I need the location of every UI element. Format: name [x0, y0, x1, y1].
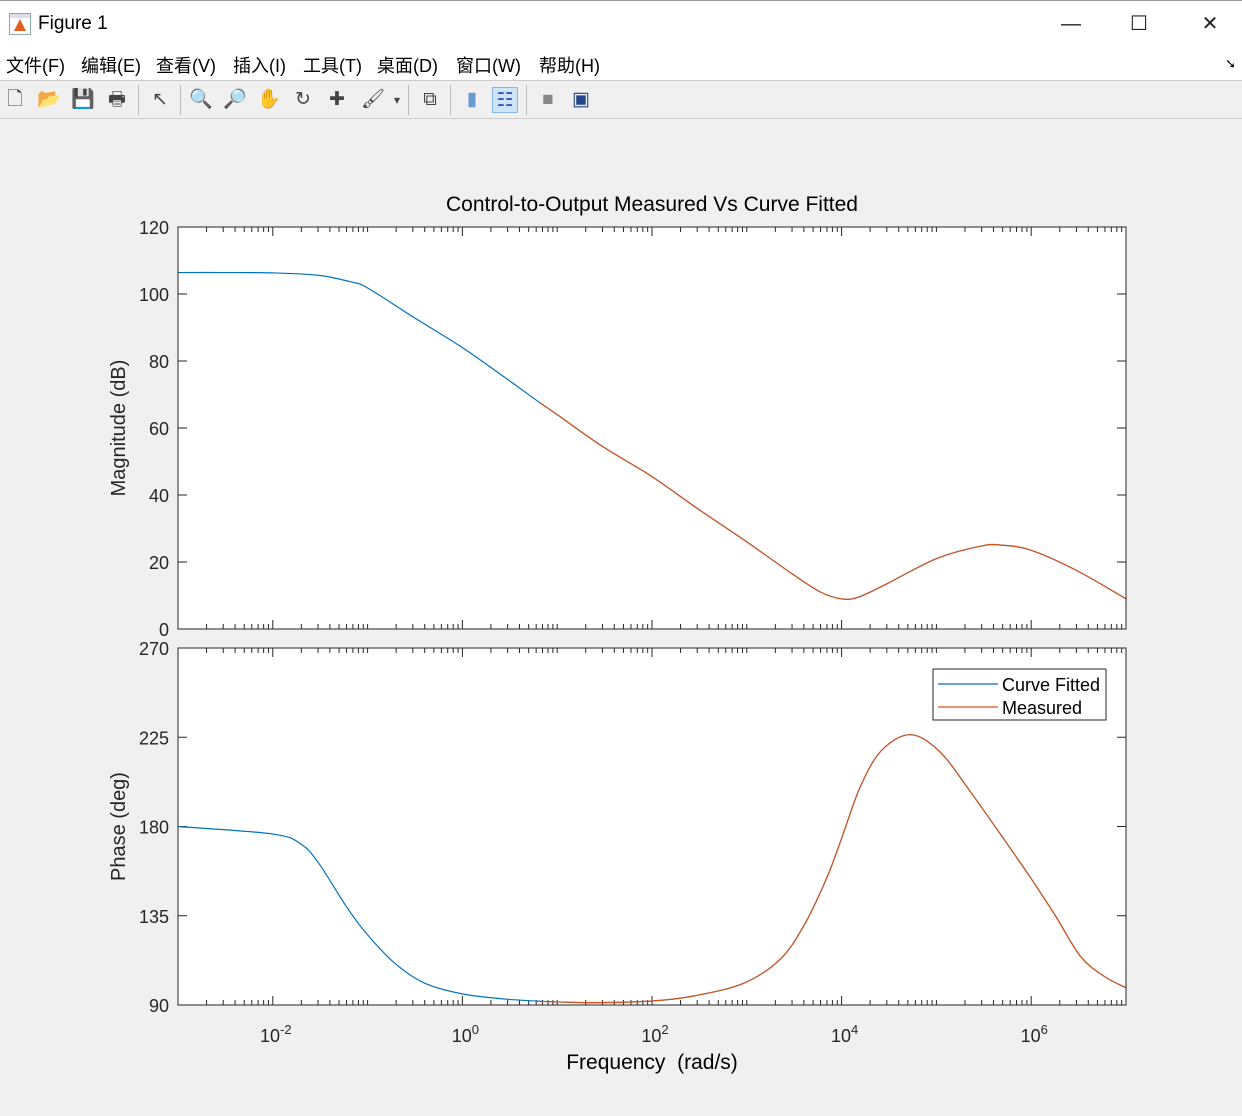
menu-insert[interactable]: 插入(I) — [233, 52, 286, 78]
tick-base: 10 — [641, 1026, 661, 1046]
brush-dropdown-icon[interactable]: ▾ — [392, 87, 402, 113]
data-cursor-icon[interactable]: ✚ — [324, 87, 350, 113]
brush-icon[interactable]: 🖌 — [360, 87, 386, 113]
x-tick-label: 106 — [1021, 1022, 1048, 1046]
y-tick-label: 225 — [139, 728, 169, 748]
menu-bar: 文件(F) 编辑(E) 查看(V) 插入(I) 工具(T) 桌面(D) 窗口(W… — [0, 46, 1242, 80]
pan-hand-icon[interactable]: ✋ — [256, 87, 282, 113]
menu-file[interactable]: 文件(F) — [6, 52, 65, 78]
x-tick-label: 104 — [831, 1022, 858, 1046]
menu-tools[interactable]: 工具(T) — [303, 52, 362, 78]
menu-view[interactable]: 查看(V) — [156, 52, 216, 78]
bode-plot: 020406080100120Magnitude (dB)Control-to-… — [108, 193, 1127, 1074]
open-file-icon[interactable]: 📂 — [36, 87, 62, 113]
plot-area — [178, 227, 1126, 629]
dock-arrow-icon[interactable]: ➘ — [1225, 56, 1236, 72]
maximize-button[interactable]: ☐ — [1116, 9, 1162, 39]
y-tick-label: 0 — [159, 620, 169, 640]
matlab-logo-icon — [9, 13, 31, 35]
toolbar-separator — [526, 85, 527, 115]
legend: Curve Fitted Measured — [932, 668, 1107, 721]
window-title-bar: Figure 1 — ☐ ✕ — [0, 0, 1242, 46]
y-tick-label: 40 — [149, 486, 169, 506]
y-axis-label: Magnitude (dB) — [108, 360, 130, 497]
y-tick-label: 100 — [139, 285, 169, 305]
tick-base: 10 — [452, 1026, 472, 1046]
chart-title: Control-to-Output Measured Vs Curve Fitt… — [446, 193, 858, 216]
x-tick-label: 102 — [641, 1022, 668, 1046]
menu-desktop[interactable]: 桌面(D) — [377, 52, 438, 78]
tick-base: 10 — [260, 1026, 280, 1046]
show-plot-tools-icon[interactable]: ▣ — [568, 87, 594, 113]
x-axis-label: Frequency (rad/s) — [566, 1051, 738, 1074]
y-tick-label: 80 — [149, 352, 169, 372]
minimize-button[interactable]: — — [1048, 9, 1094, 39]
y-axis-label: Phase (deg) — [108, 772, 130, 881]
tick-exponent: 4 — [851, 1022, 858, 1037]
zoom-in-icon[interactable]: 🔍 — [188, 87, 214, 113]
toolbar-separator — [180, 85, 181, 115]
y-tick-label: 20 — [149, 553, 169, 573]
tick-exponent: 0 — [472, 1022, 479, 1037]
phase-axes: 90135180225270Phase (deg)10-2 100 102 104 10… — [108, 639, 1127, 1074]
tick-exponent: 6 — [1041, 1022, 1048, 1037]
x-tick-label: 10-2 — [260, 1022, 292, 1046]
legend-label: Curve Fitted — [1002, 675, 1100, 695]
tick-base: 10 — [831, 1026, 851, 1046]
legend-icon[interactable]: ☷ — [492, 87, 518, 113]
zoom-out-icon[interactable]: 🔎 — [222, 87, 248, 113]
new-figure-icon[interactable]: 🗋 — [2, 87, 28, 113]
y-tick-label: 60 — [149, 419, 169, 439]
magnitude-axes: 0 20 40 60 80 100 120 Magnitude (dB) Control-to-… — [108, 193, 1127, 640]
x-tick-label: 100 — [452, 1022, 479, 1046]
legend-label: Measured — [1002, 698, 1082, 718]
y-tick-label: 120 — [139, 218, 169, 238]
pointer-icon[interactable]: ↖ — [147, 87, 173, 113]
save-icon[interactable]: 💾 — [70, 87, 96, 113]
figure-toolbar: 🗋 📂 💾 🖶 ↖ 🔍 🔎 ✋ ↻ ✚ 🖌 ▾ ⧉ ▮ ☷ ■ ▣ — [0, 80, 1242, 119]
tick-exponent: -2 — [280, 1022, 292, 1037]
tick-exponent: 2 — [661, 1022, 668, 1037]
toolbar-separator — [408, 85, 409, 115]
rotate-3d-icon[interactable]: ↻ — [290, 87, 316, 113]
y-tick-label: 90 — [149, 996, 169, 1016]
close-button[interactable]: ✕ — [1187, 9, 1233, 39]
window-title: Figure 1 — [38, 13, 108, 34]
y-tick-label: 270 — [139, 639, 169, 659]
menu-window[interactable]: 窗口(W) — [456, 52, 521, 78]
tick-base: 10 — [1021, 1026, 1041, 1046]
hide-plot-tools-icon[interactable]: ■ — [535, 87, 561, 113]
menu-help[interactable]: 帮助(H) — [539, 52, 600, 78]
link-plot-icon[interactable]: ⧉ — [417, 87, 443, 113]
toolbar-separator — [138, 85, 139, 115]
colorbar-icon[interactable]: ▮ — [459, 87, 485, 113]
toolbar-separator — [450, 85, 451, 115]
menu-edit[interactable]: 编辑(E) — [81, 52, 141, 78]
y-tick-label: 180 — [139, 818, 169, 838]
y-tick-label: 135 — [139, 907, 169, 927]
print-icon[interactable]: 🖶 — [104, 87, 130, 113]
